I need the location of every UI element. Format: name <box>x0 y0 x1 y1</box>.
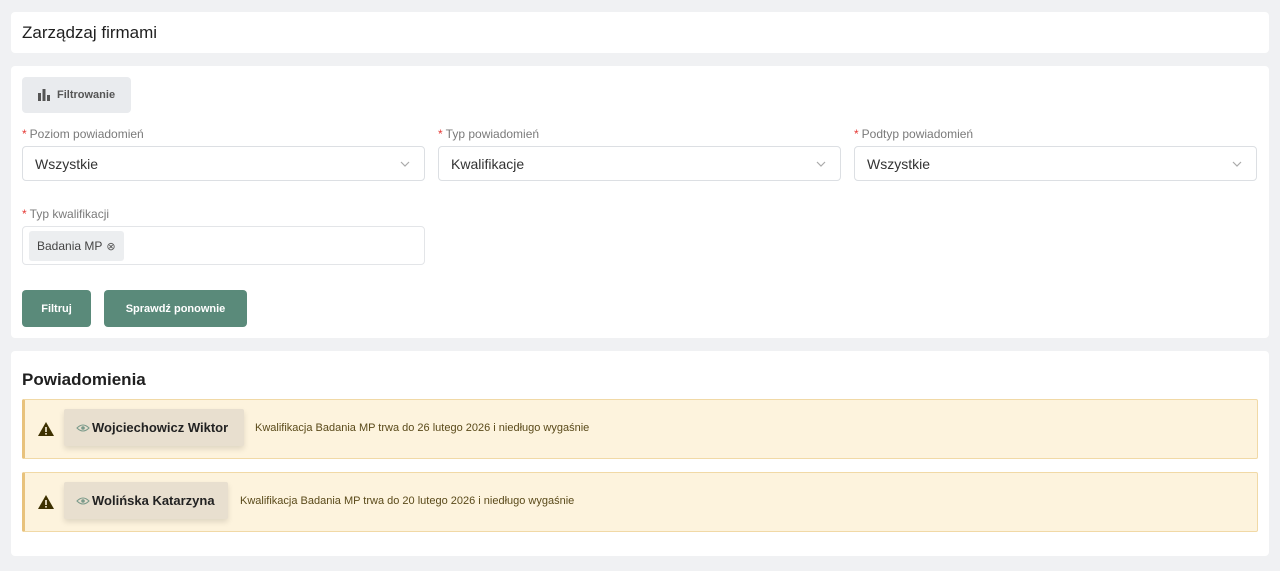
notification-item: Wojciechowicz Wiktor Kwalifikacja Badani… <box>22 399 1258 459</box>
header-card: Zarządzaj firmami <box>11 12 1269 53</box>
notifications-card: Powiadomienia Wojciechowicz Wiktor Kwali… <box>11 351 1269 556</box>
qualification-multiselect[interactable]: Badania MP ⊗ <box>22 226 425 265</box>
level-label: * Poziom powiadomień <box>22 127 144 141</box>
warning-icon <box>38 495 54 509</box>
subtype-select-value: Wszystkie <box>867 155 930 172</box>
qualification-tag: Badania MP ⊗ <box>29 231 124 261</box>
level-select[interactable]: Wszystkie <box>22 146 425 181</box>
type-select-value: Kwalifikacje <box>451 155 525 172</box>
person-name: Wojciechowicz Wiktor <box>92 420 229 435</box>
required-mark: * <box>854 127 859 141</box>
type-select[interactable]: Kwalifikacje <box>438 146 841 181</box>
recheck-button[interactable]: Sprawdź ponownie <box>104 290 247 327</box>
eye-icon <box>76 496 90 505</box>
warning-icon <box>38 422 54 436</box>
chevron-down-icon <box>400 161 410 167</box>
page-title: Zarządzaj firmami <box>22 23 158 42</box>
notifications-title: Powiadomienia <box>22 370 146 389</box>
subtype-select[interactable]: Wszystkie <box>854 146 1257 181</box>
person-link[interactable]: Wolińska Katarzyna <box>64 482 228 519</box>
chevron-down-icon <box>816 161 826 167</box>
bar-chart-icon <box>38 89 50 101</box>
required-mark: * <box>438 127 443 141</box>
filter-button[interactable]: Filtruj <box>22 290 91 327</box>
tag-remove-icon[interactable]: ⊗ <box>106 240 115 253</box>
type-label: * Typ powiadomień <box>438 127 540 141</box>
filter-toggle-button[interactable]: Filtrowanie <box>22 77 131 113</box>
person-name: Wolińska Katarzyna <box>92 493 215 508</box>
notification-text: Kwalifikacja Badania MP trwa do 26 luteg… <box>255 422 590 434</box>
eye-icon <box>76 423 90 432</box>
chevron-down-icon <box>1232 161 1242 167</box>
subtype-label: * Podtyp powiadomień <box>854 127 974 141</box>
filter-toggle-label: Filtrowanie <box>57 89 116 101</box>
notification-text: Kwalifikacja Badania MP trwa do 20 luteg… <box>240 495 575 507</box>
filter-card: Filtrowanie * Poziom powiadomień Wszystki… <box>11 66 1269 338</box>
person-link[interactable]: Wojciechowicz Wiktor <box>64 409 244 446</box>
required-mark: * <box>22 207 27 221</box>
qualification-label: * Typ kwalifikacji <box>22 207 110 221</box>
notification-item: Wolińska Katarzyna Kwalifikacja Badania … <box>22 472 1258 532</box>
required-mark: * <box>22 127 27 141</box>
level-select-value: Wszystkie <box>35 155 98 172</box>
